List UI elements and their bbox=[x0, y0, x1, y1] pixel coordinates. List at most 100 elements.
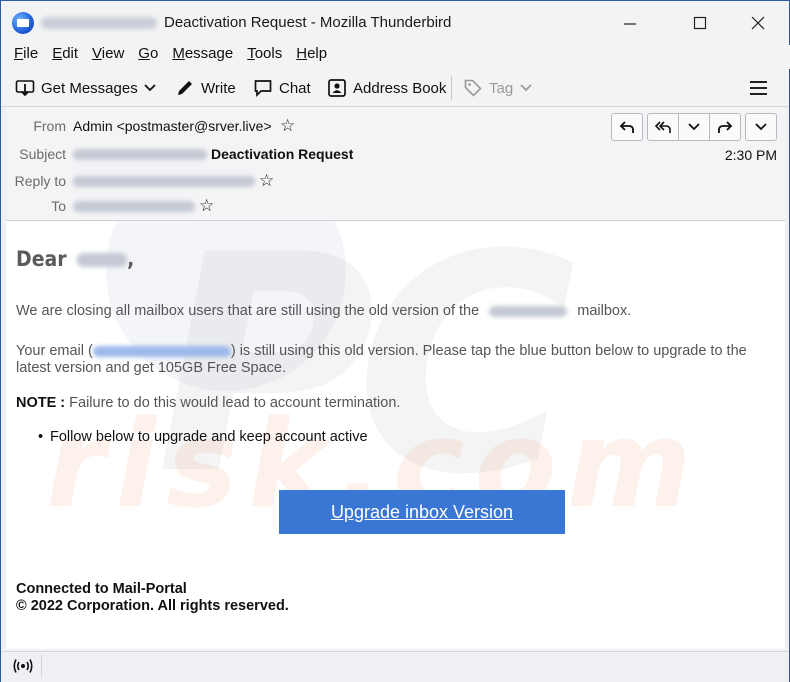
footer-copyright: © 2022 Corporation. All rights reserved. bbox=[16, 598, 289, 614]
online-status-button[interactable] bbox=[13, 657, 33, 680]
star-icon[interactable]: ☆ bbox=[259, 171, 274, 191]
note-paragraph: NOTE : Failure to do this would lead to … bbox=[16, 395, 776, 412]
toolbar-separator bbox=[451, 76, 452, 100]
header-action-buttons bbox=[607, 113, 777, 141]
menu-edit-label: dit bbox=[62, 45, 79, 62]
menu-go[interactable]: Go bbox=[131, 45, 165, 69]
menu-help-accel: H bbox=[296, 45, 308, 62]
paragraph-email: Your email () is still using this old ve… bbox=[16, 343, 776, 377]
get-messages-dropdown[interactable] bbox=[140, 78, 160, 98]
pencil-icon bbox=[178, 81, 192, 95]
chevron-down-icon bbox=[520, 84, 532, 92]
menu-go-label: o bbox=[149, 45, 159, 62]
write-button[interactable]: Write bbox=[175, 74, 236, 102]
star-icon[interactable]: ☆ bbox=[280, 116, 295, 136]
thunderbird-window: Deactivation Request - Mozilla Thunderbi… bbox=[0, 0, 790, 682]
maximize-button[interactable] bbox=[677, 9, 723, 37]
more-actions-button[interactable] bbox=[745, 113, 777, 141]
tag-label: Tag bbox=[489, 79, 514, 97]
from-label: From bbox=[33, 118, 66, 134]
title-bar: Deactivation Request - Mozilla Thunderbi… bbox=[1, 1, 789, 45]
menu-file[interactable]: File bbox=[7, 45, 45, 69]
write-label: Write bbox=[201, 79, 236, 97]
redacted-email-link[interactable] bbox=[92, 345, 231, 357]
paragraph-email-text: Your email ( bbox=[16, 343, 93, 359]
address-book-icon bbox=[328, 79, 346, 97]
hamburger-icon-line bbox=[750, 93, 767, 95]
chat-label: Chat bbox=[279, 79, 311, 97]
chat-bubble-icon bbox=[254, 80, 272, 98]
message-body: PC risk.com Dear , We are closing all ma… bbox=[6, 221, 785, 649]
broadcast-icon bbox=[13, 659, 33, 673]
menu-view-label: iew bbox=[101, 45, 125, 62]
menu-message-label: essage bbox=[184, 45, 234, 62]
hamburger-icon-line bbox=[750, 87, 767, 89]
menu-tools[interactable]: Tools bbox=[240, 45, 289, 69]
hamburger-icon bbox=[750, 81, 767, 83]
menu-view-accel: V bbox=[92, 45, 102, 62]
app-menu-button[interactable] bbox=[749, 78, 769, 98]
tag-button[interactable]: Tag bbox=[463, 74, 533, 102]
redacted-recipient bbox=[73, 149, 207, 160]
chevron-down-icon bbox=[688, 123, 700, 131]
message-time: 2:30 PM bbox=[724, 147, 777, 163]
redacted-domain bbox=[489, 305, 568, 317]
menu-file-label: ile bbox=[23, 45, 39, 62]
reply-button[interactable] bbox=[611, 113, 643, 141]
minimize-button[interactable] bbox=[607, 9, 653, 37]
main-toolbar: Get Messages Write Chat Address Book Tag bbox=[1, 70, 789, 107]
menu-file-accel: F bbox=[14, 45, 24, 62]
status-bar bbox=[1, 651, 789, 682]
menu-tools-label: ools bbox=[254, 45, 283, 62]
close-button[interactable] bbox=[735, 9, 781, 37]
menu-message-accel: M bbox=[172, 45, 185, 62]
menu-edit-accel: E bbox=[52, 45, 63, 62]
to-label: To bbox=[51, 198, 66, 214]
menu-view[interactable]: View bbox=[85, 45, 131, 69]
greeting-text: Dear bbox=[16, 247, 67, 271]
close-icon bbox=[751, 16, 765, 30]
message-header: From Admin <postmaster@srver.live> ☆ Sub… bbox=[6, 107, 785, 221]
chevron-down-icon bbox=[755, 123, 767, 131]
subject-value: Deactivation Request bbox=[211, 146, 354, 162]
download-mail-icon bbox=[15, 80, 35, 97]
greeting: Dear , bbox=[16, 247, 135, 271]
window-title: Deactivation Request - Mozilla Thunderbi… bbox=[164, 14, 452, 31]
subject-label: Subject bbox=[19, 146, 66, 162]
address-book-button[interactable]: Address Book bbox=[327, 74, 446, 102]
get-messages-button[interactable]: Get Messages bbox=[15, 74, 138, 102]
footer-connected: Connected to Mail-Portal bbox=[16, 581, 187, 597]
forward-icon bbox=[718, 121, 733, 133]
status-message-area bbox=[41, 655, 784, 677]
thunderbird-app-icon bbox=[12, 12, 34, 34]
menu-help[interactable]: Help bbox=[289, 45, 334, 69]
reply-all-icon bbox=[654, 121, 671, 133]
menu-edit[interactable]: Edit bbox=[45, 45, 85, 69]
menu-message[interactable]: Message bbox=[165, 45, 240, 69]
forward-button[interactable] bbox=[709, 114, 740, 140]
get-messages-label: Get Messages bbox=[41, 79, 138, 97]
upgrade-button-label: Upgrade inbox Version bbox=[330, 501, 514, 522]
from-value[interactable]: Admin <postmaster@srver.live> bbox=[73, 118, 272, 134]
bullet-item: Follow below to upgrade and keep account… bbox=[38, 429, 368, 445]
redacted-to bbox=[73, 201, 195, 212]
paragraph-closing: We are closing all mailbox users that ar… bbox=[16, 303, 776, 320]
menu-tools-accel: T bbox=[247, 45, 255, 62]
star-icon[interactable]: ☆ bbox=[199, 196, 214, 216]
menu-help-label: elp bbox=[307, 45, 328, 62]
note-text: Failure to do this would lead to account… bbox=[65, 395, 401, 411]
chat-button[interactable]: Chat bbox=[253, 74, 311, 102]
note-label: NOTE : bbox=[16, 395, 66, 411]
menu-bar: File Edit View Go Message Tools Help bbox=[1, 45, 790, 69]
menu-go-accel: G bbox=[138, 45, 150, 62]
paragraph-closing-text-end: mailbox. bbox=[577, 303, 632, 319]
address-book-label: Address Book bbox=[353, 79, 447, 97]
maximize-icon bbox=[693, 16, 707, 30]
reply-all-dropdown[interactable] bbox=[678, 114, 709, 140]
redacted-replyto bbox=[73, 176, 255, 187]
reply-all-group bbox=[647, 113, 741, 141]
upgrade-button[interactable]: Upgrade inbox Version bbox=[279, 490, 565, 534]
paragraph-closing-text: We are closing all mailbox users that ar… bbox=[16, 303, 480, 319]
reply-all-button[interactable] bbox=[648, 114, 678, 140]
redacted-name bbox=[77, 253, 128, 267]
